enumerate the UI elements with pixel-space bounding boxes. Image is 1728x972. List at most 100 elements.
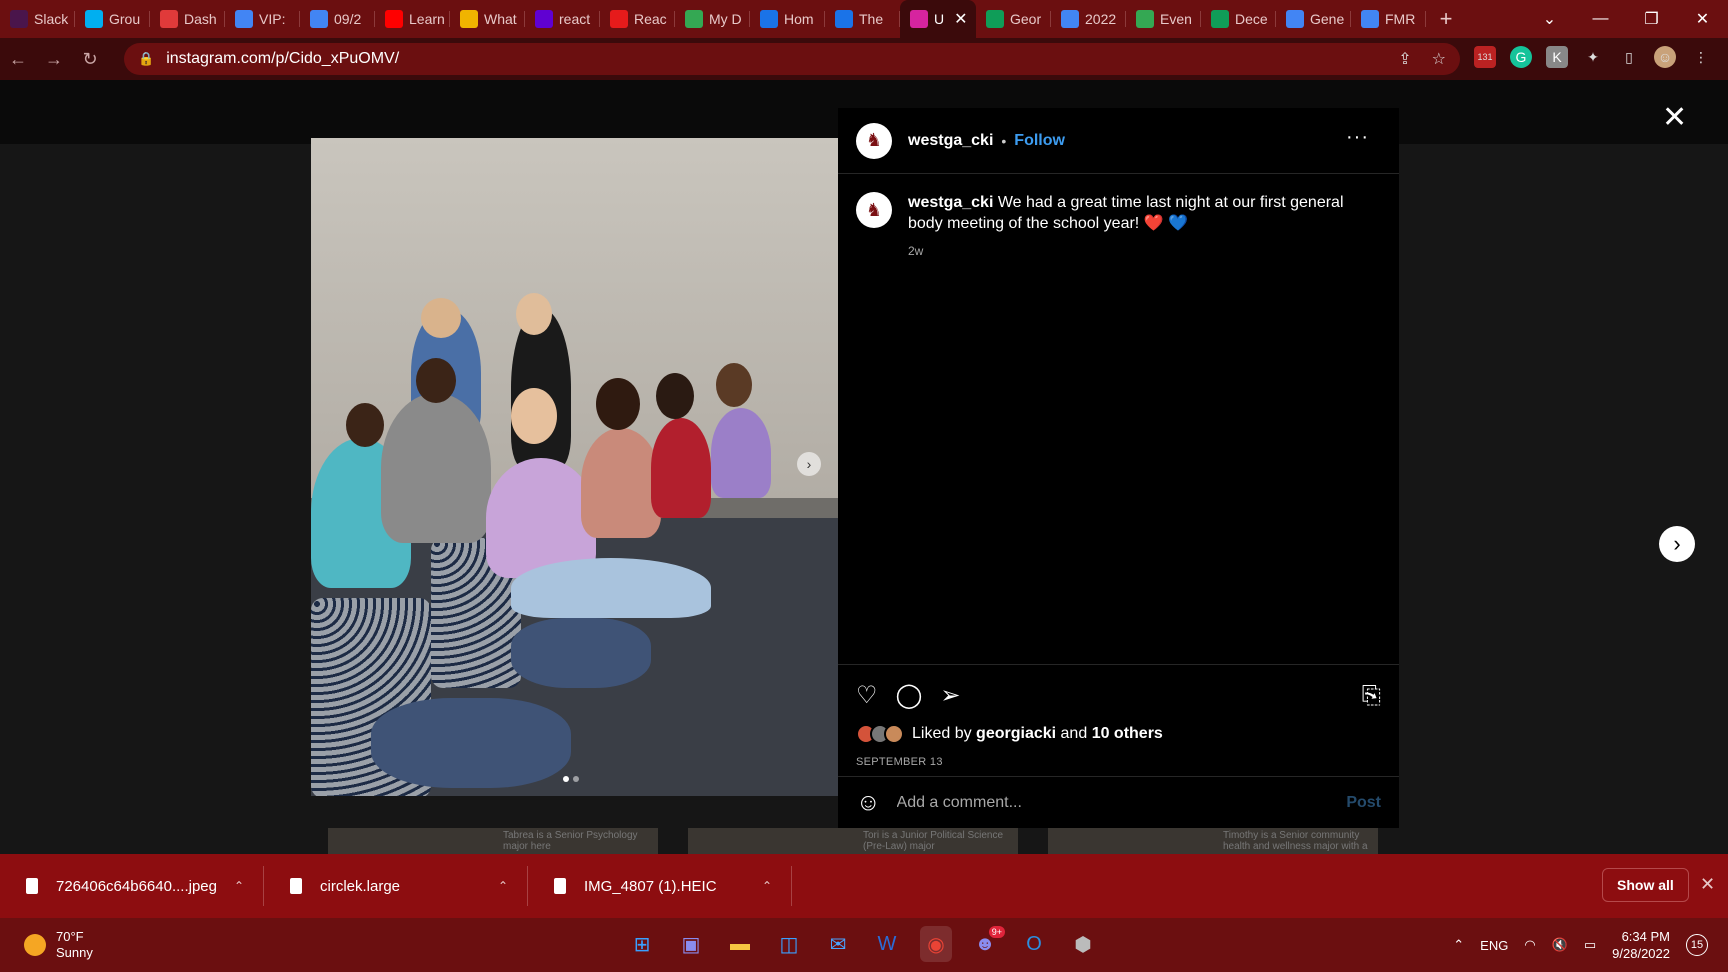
browser-tab[interactable]: Hom (750, 0, 825, 38)
liked-by-user[interactable]: georgiacki (976, 725, 1056, 742)
notification-count[interactable]: 15 (1686, 934, 1708, 956)
restore-button[interactable]: ❐ (1626, 0, 1677, 38)
app-shield-icon[interactable]: ⬢ (1067, 926, 1099, 962)
browser-tab[interactable]: Gene (1276, 0, 1351, 38)
tab-label: Hom (784, 11, 814, 27)
emoji-picker-icon[interactable]: ☺ (856, 789, 881, 817)
show-all-downloads-button[interactable]: Show all (1602, 868, 1689, 902)
docs-icon (310, 10, 328, 28)
download-item[interactable]: IMG_4807 (1).HEIC ⌃ (528, 854, 792, 918)
browser-tab[interactable]: What (450, 0, 525, 38)
extension-k-icon[interactable]: K (1546, 46, 1568, 68)
browser-tab[interactable]: VIP: (225, 0, 300, 38)
close-modal-icon[interactable]: ✕ (1662, 100, 1687, 135)
save-bookmark-icon[interactable]: ⎘ (1362, 682, 1381, 710)
chrome-icon[interactable]: ◉ (920, 926, 952, 962)
kebab-menu-icon[interactable]: ⋮ (1690, 46, 1712, 68)
back-button[interactable]: ← (0, 49, 36, 70)
word-icon[interactable]: W (871, 926, 903, 962)
post-details-panel: ♞ westga_cki • Follow ··· ♞ westga_cki W… (838, 108, 1399, 828)
tab-label: react (559, 11, 591, 27)
liked-by-others[interactable]: 10 others (1092, 725, 1163, 742)
weather-widget[interactable]: 70°F Sunny (24, 929, 93, 961)
side-panel-icon[interactable]: ▯ (1618, 46, 1640, 68)
vivaldi-icon (610, 10, 628, 28)
caption-avatar[interactable]: ♞ (856, 192, 892, 228)
browser-tab[interactable]: Dash (150, 0, 225, 38)
reload-button[interactable]: ↻ (72, 49, 108, 70)
puzzle-icon[interactable]: ✦ (1582, 46, 1604, 68)
related-thumbnail[interactable]: Tori is a Junior Political Science (Pre-… (688, 828, 1018, 854)
post-time-ago[interactable]: 2w (908, 244, 1348, 258)
next-post-button[interactable]: › (1659, 526, 1695, 562)
store-icon[interactable]: ◫ (773, 926, 805, 962)
more-options-icon[interactable]: ··· (1346, 126, 1369, 149)
clock[interactable]: 6:34 PM 9/28/2022 (1612, 928, 1670, 962)
browser-tab[interactable]: FMR (1351, 0, 1426, 38)
bookmark-star-icon[interactable]: ☆ (1432, 49, 1446, 69)
close-download-bar-icon[interactable]: ✕ (1700, 874, 1715, 895)
browser-tab[interactable]: My D (675, 0, 750, 38)
browser-tab[interactable]: Slack (0, 0, 75, 38)
carousel-next-icon[interactable]: › (797, 452, 821, 476)
chevron-up-icon[interactable]: ⌃ (234, 879, 244, 893)
post-comment-button[interactable]: Post (1346, 794, 1381, 812)
battery-icon[interactable]: ▭ (1584, 937, 1596, 953)
tab-search-icon[interactable]: ⌄ (1524, 0, 1575, 38)
windows-start-icon[interactable]: ⊞ (626, 926, 658, 962)
carousel-dot (573, 776, 579, 782)
extension-badge-icon[interactable]: 131 (1474, 46, 1496, 68)
browser-tab[interactable]: Even (1126, 0, 1201, 38)
post-photo[interactable]: › (311, 138, 838, 796)
follow-button[interactable]: Follow (1014, 132, 1065, 150)
browser-tab[interactable]: Reac (600, 0, 675, 38)
forward-button[interactable]: → (36, 49, 72, 70)
comment-bubble-icon[interactable]: ◯ (896, 681, 923, 710)
liker-avatar[interactable] (884, 724, 904, 744)
close-tab-icon[interactable]: ✕ (954, 9, 967, 29)
browser-tab[interactable]: Dece (1201, 0, 1276, 38)
browser-tab[interactable]: 2022 (1051, 0, 1126, 38)
wifi-icon[interactable]: ◠ (1524, 937, 1535, 953)
tray-chevron-up-icon[interactable]: ⌃ (1453, 937, 1464, 953)
comment-input[interactable] (896, 793, 1331, 812)
mail-icon[interactable]: ✉ (822, 926, 854, 962)
caption-username[interactable]: westga_cki (908, 194, 993, 211)
minimize-button[interactable]: — (1575, 0, 1626, 38)
tab-label: Grou (109, 11, 141, 27)
discord-icon[interactable]: ☻ 9+ (969, 926, 1005, 962)
teams-chat-icon[interactable]: ▣ (675, 926, 707, 962)
browser-tab[interactable]: U ✕ (900, 0, 976, 38)
address-bar[interactable]: 🔒 instagram.com/p/Cido_xPuOMV/ ⇪ ☆ (124, 43, 1460, 75)
grammarly-icon[interactable]: G (1510, 46, 1532, 68)
file-explorer-icon[interactable]: ▬ (724, 926, 756, 962)
share-send-icon[interactable]: ➢ (940, 681, 960, 710)
liked-by-and: and (1060, 725, 1088, 742)
circle-icon (460, 10, 478, 28)
like-heart-icon[interactable]: ♡ (856, 681, 878, 710)
chevron-up-icon[interactable]: ⌃ (498, 879, 508, 893)
close-window-button[interactable]: ✕ (1677, 0, 1728, 38)
browser-tab[interactable]: Geor (976, 0, 1051, 38)
author-avatar[interactable]: ♞ (856, 122, 892, 159)
browser-tab[interactable]: Grou (75, 0, 150, 38)
browser-tab[interactable]: The (825, 0, 900, 38)
chevron-up-icon[interactable]: ⌃ (762, 879, 772, 893)
download-item[interactable]: circlek.large ⌃ (264, 854, 528, 918)
outlook-icon[interactable]: O (1018, 926, 1050, 962)
new-tab-button[interactable]: + (1426, 6, 1466, 32)
profile-avatar[interactable]: ☺ (1654, 46, 1676, 68)
share-icon[interactable]: ⇪ (1398, 49, 1411, 69)
browser-tab[interactable]: Learn (375, 0, 450, 38)
weather-condition: Sunny (56, 945, 93, 960)
browser-tab[interactable]: react (525, 0, 600, 38)
language-indicator[interactable]: ENG (1480, 938, 1508, 953)
photo-person (596, 378, 640, 430)
related-thumbnail[interactable]: Timothy is a Senior community health and… (1048, 828, 1378, 854)
speaker-muted-icon[interactable]: 🔇 (1552, 937, 1568, 953)
liked-by-prefix: Liked by (912, 725, 972, 742)
download-item[interactable]: 726406c64b6640....jpeg ⌃ (0, 854, 264, 918)
related-thumbnail[interactable]: Tabrea is a Senior Psychology major here (328, 828, 658, 854)
author-username[interactable]: westga_cki (908, 132, 993, 150)
browser-tab[interactable]: 09/2 (300, 0, 375, 38)
